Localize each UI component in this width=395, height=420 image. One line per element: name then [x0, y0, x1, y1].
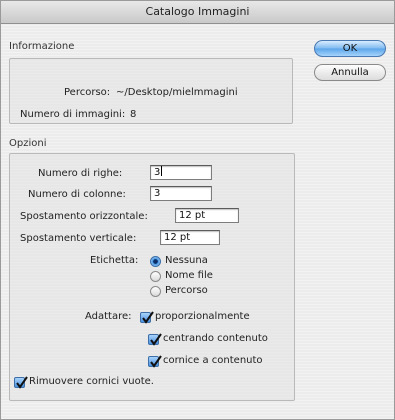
fit-frame-checkbox[interactable]	[148, 355, 162, 368]
info-group: Percorso: ~/Desktop/mielmmagini Numero d…	[9, 58, 293, 124]
cancel-button[interactable]: Annulla	[314, 64, 386, 81]
fit-proportional-checkbox[interactable]	[140, 311, 154, 324]
rows-label: Numero di righe:	[38, 168, 123, 179]
text-caret	[161, 166, 163, 176]
fit-center-checkbox[interactable]	[148, 333, 162, 346]
vertical-spacing-input[interactable]: 12 pt	[160, 230, 220, 245]
fit-label: Adattare:	[85, 311, 132, 322]
vertical-spacing-label: Spostamento verticale:	[20, 233, 137, 244]
caption-radio-filename[interactable]	[150, 271, 161, 282]
ok-button[interactable]: OK	[314, 40, 386, 57]
caption-label: Etichetta:	[90, 255, 139, 266]
checkmark-icon	[16, 376, 28, 389]
caption-radio-none[interactable]	[150, 256, 161, 267]
options-group: Numero di righe: 3 Numero di colonne: 3 …	[9, 153, 295, 401]
options-section-label: Opzioni	[9, 138, 47, 149]
caption-option-path: Percorso	[165, 285, 208, 296]
checkmark-icon	[150, 355, 162, 368]
path-label: Percorso:	[64, 87, 111, 98]
window-title: Catalogo Immagini	[1, 1, 394, 24]
image-count-label: Numero di immagini:	[20, 109, 126, 120]
horizontal-spacing-input[interactable]: 12 pt	[175, 208, 239, 223]
horizontal-spacing-label: Spostamento orizzontale:	[20, 211, 148, 222]
columns-value: 3	[154, 188, 161, 199]
info-section-label: Informazione	[9, 41, 75, 52]
checkmark-icon	[142, 311, 154, 324]
caption-radio-path[interactable]	[150, 286, 161, 297]
checkmark-icon	[150, 333, 162, 346]
fit-proportional-label: proporzionalmente	[155, 311, 250, 322]
caption-option-filename: Nome file	[165, 270, 213, 281]
rows-input[interactable]: 3	[150, 165, 212, 180]
fit-center-label: centrando contenuto	[163, 333, 268, 344]
horizontal-spacing-value: 12 pt	[179, 210, 206, 221]
columns-label: Numero di colonne:	[28, 189, 126, 200]
image-count-value: 8	[130, 109, 137, 120]
remove-empty-frames-checkbox[interactable]	[14, 376, 28, 389]
caption-option-none: Nessuna	[165, 255, 208, 266]
dialog-window: Catalogo Immagini Informazione Percorso:…	[0, 0, 395, 420]
remove-empty-frames-label: Rimuovere cornici vuote.	[29, 376, 154, 387]
rows-value: 3	[154, 167, 161, 178]
path-value: ~/Desktop/mielmmagini	[116, 87, 238, 98]
vertical-spacing-value: 12 pt	[164, 232, 191, 243]
fit-frame-label: cornice a contenuto	[163, 355, 263, 366]
columns-input[interactable]: 3	[150, 186, 212, 201]
